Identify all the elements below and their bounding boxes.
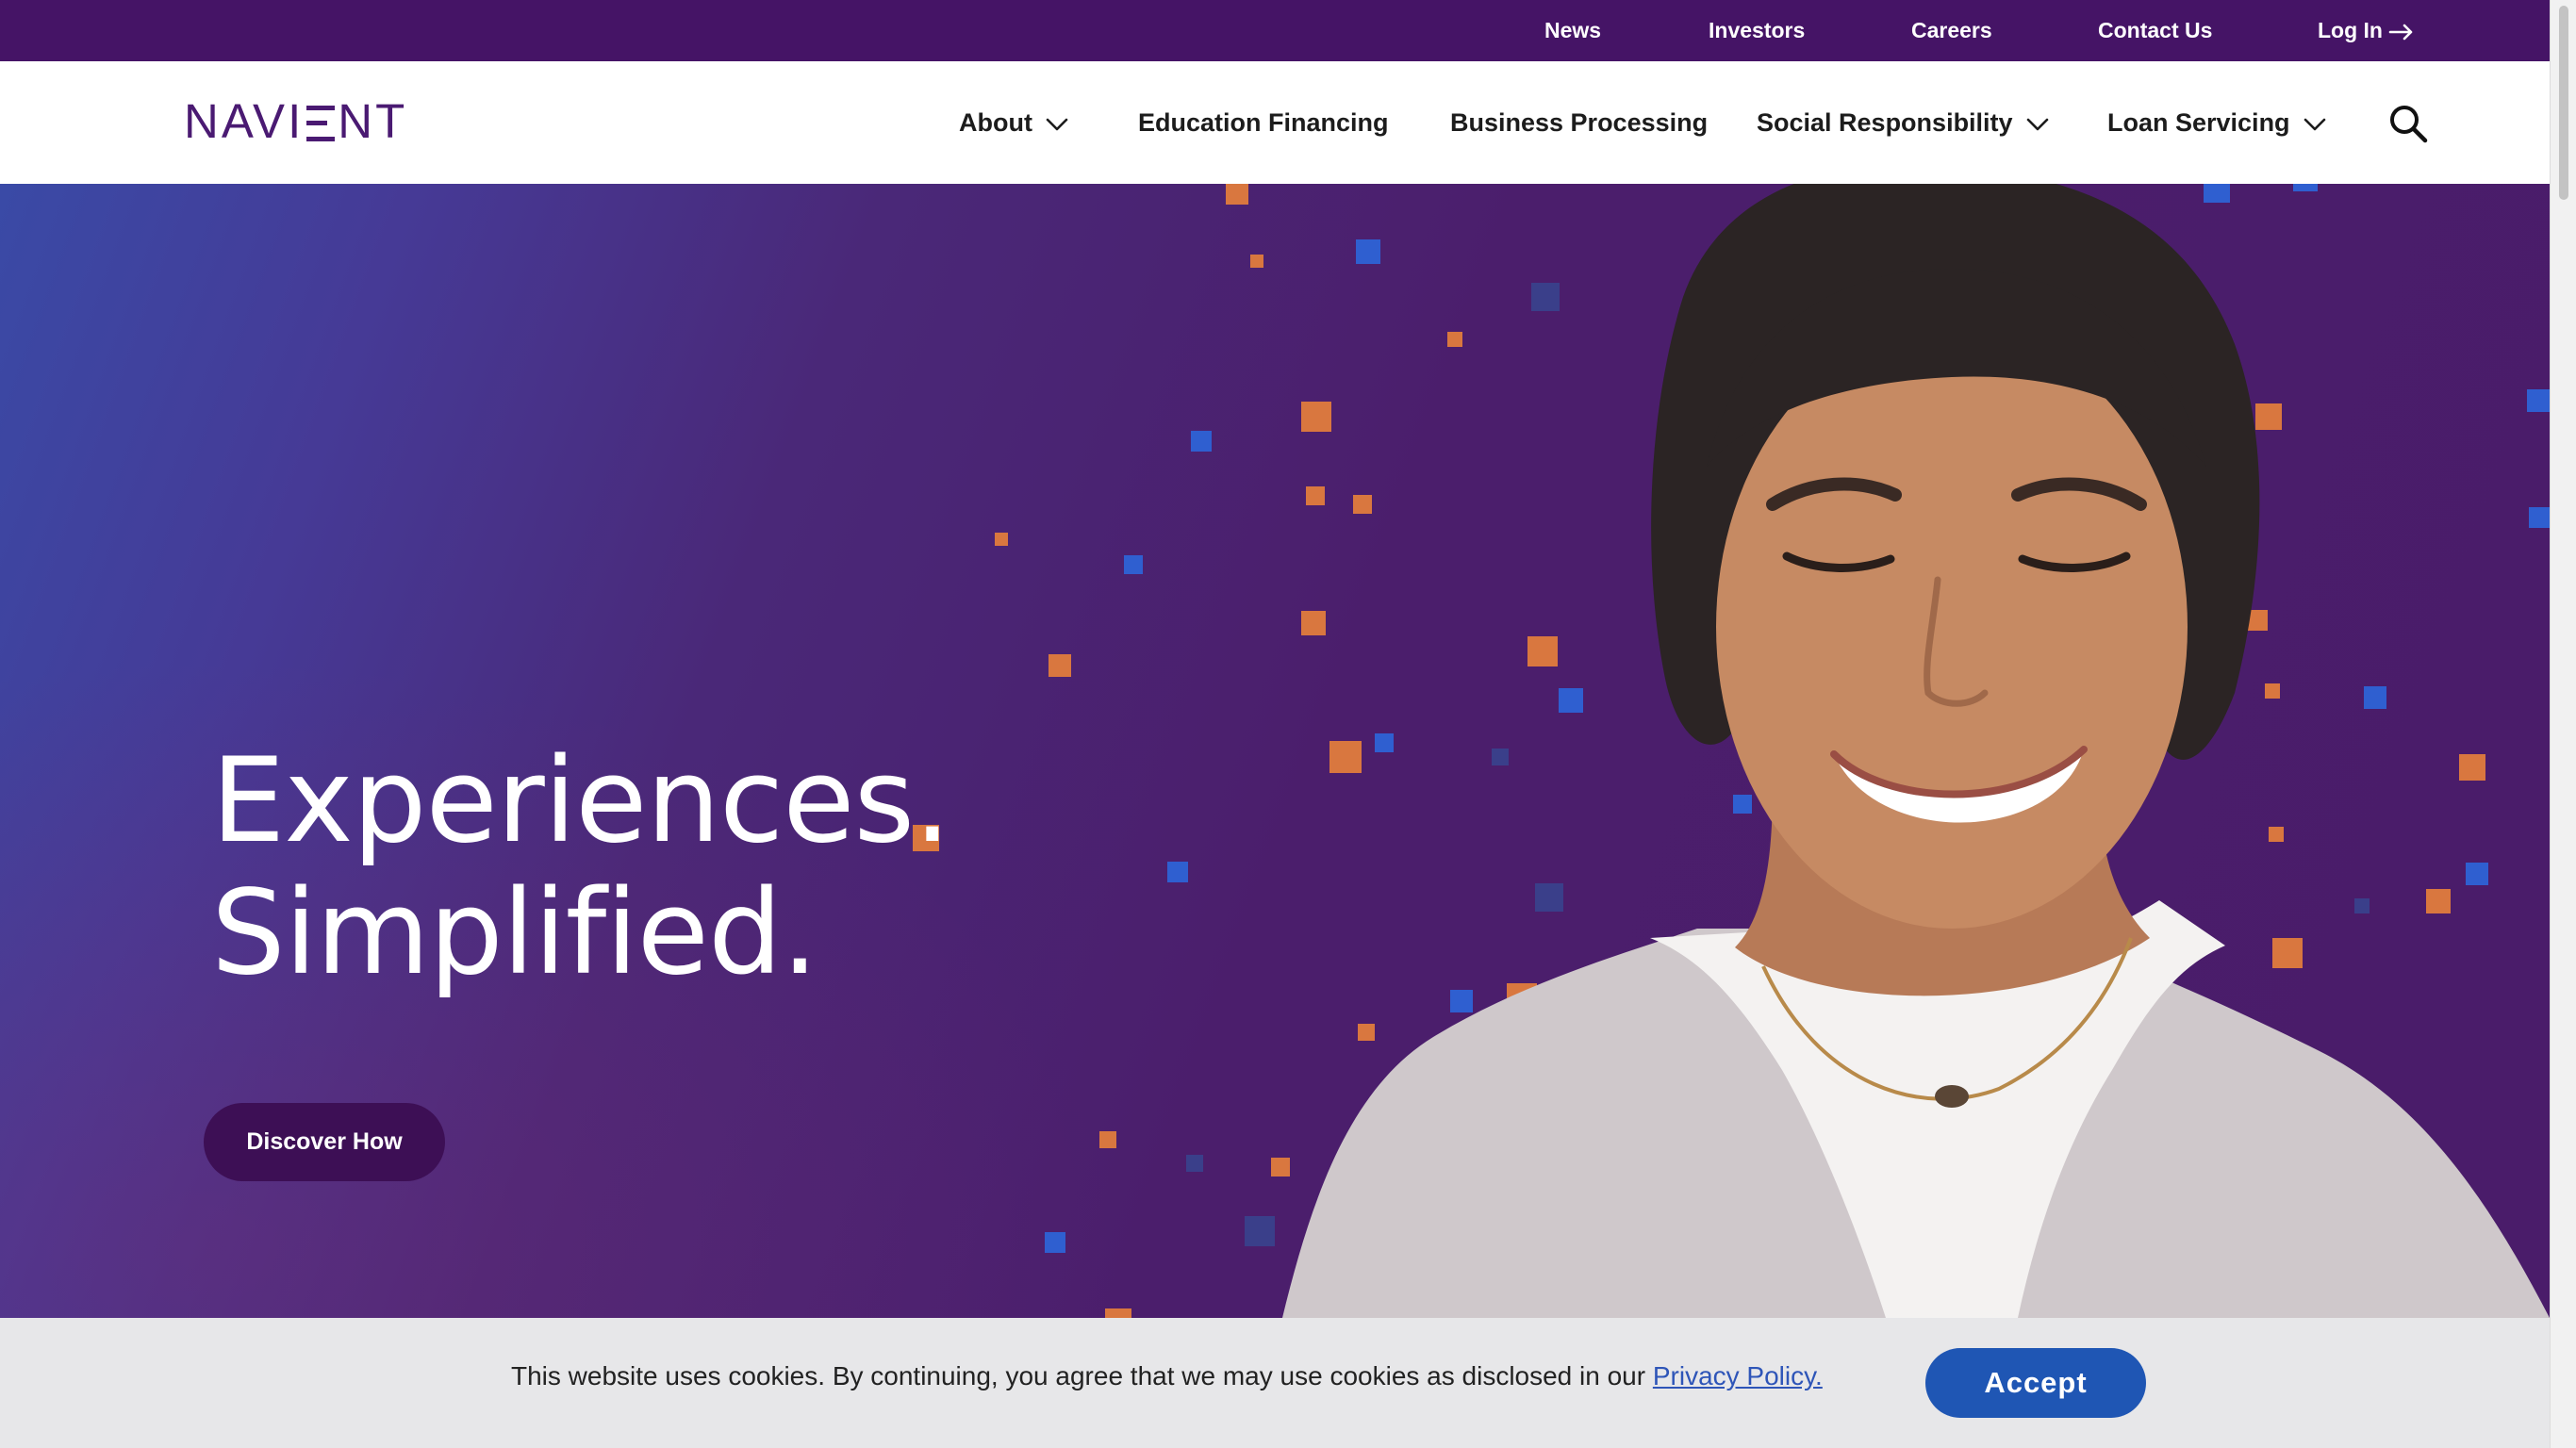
nav-loan-servicing[interactable]: Loan Servicing	[2107, 61, 2326, 184]
arrow-right-icon	[2388, 24, 2413, 41]
chevron-down-icon	[2304, 118, 2325, 131]
utility-link-careers[interactable]: Careers	[1911, 0, 1992, 61]
hero-headline-line1: Experiences.	[211, 733, 951, 869]
nav-about[interactable]: About	[959, 61, 1068, 184]
scrollbar-thumb[interactable]	[2559, 6, 2568, 200]
main-nav: NAVI NT About Education Financing Busines…	[0, 61, 2550, 184]
utility-bar: News Investors Careers Contact Us Log In	[0, 0, 2550, 61]
nav-social-responsibility-label: Social Responsibility	[1757, 108, 2013, 137]
hero-headline-line2: Simplified.	[211, 865, 818, 1001]
nav-loan-servicing-label: Loan Servicing	[2107, 108, 2290, 137]
login-link[interactable]: Log In	[2318, 0, 2415, 61]
nav-social-responsibility[interactable]: Social Responsibility	[1757, 61, 2049, 184]
utility-link-news[interactable]: News	[1544, 0, 1601, 61]
navient-logo[interactable]: NAVI NT	[184, 95, 407, 148]
cookie-banner: This website uses cookies. By continuing…	[0, 1318, 2550, 1448]
chevron-down-icon	[1046, 118, 1068, 131]
chevron-down-icon	[2026, 118, 2048, 131]
nav-business-processing[interactable]: Business Processing	[1450, 61, 1708, 184]
privacy-policy-link[interactable]: Privacy Policy.	[1653, 1361, 1823, 1390]
scrollbar[interactable]	[2550, 0, 2576, 1448]
logo-e-mark	[306, 106, 336, 141]
nav-education-financing[interactable]: Education Financing	[1138, 61, 1389, 184]
logo-text-left: NAVI	[184, 94, 305, 148]
utility-link-investors[interactable]: Investors	[1709, 0, 1805, 61]
cookie-message: This website uses cookies. By continuing…	[511, 1358, 1823, 1395]
utility-link-contact-us[interactable]: Contact Us	[2098, 0, 2212, 61]
hero-person-image	[1282, 184, 2550, 1318]
discover-how-button[interactable]: Discover How	[204, 1103, 445, 1181]
search-icon[interactable]	[2387, 103, 2429, 144]
cookie-text: This website uses cookies. By continuing…	[511, 1361, 1653, 1390]
accept-cookies-button[interactable]: Accept	[1925, 1348, 2146, 1418]
logo-text-right: NT	[338, 94, 408, 148]
nav-about-label: About	[959, 108, 1032, 137]
login-label: Log In	[2318, 18, 2383, 42]
hero-headline: Experiences. Simplified.	[211, 733, 951, 1001]
